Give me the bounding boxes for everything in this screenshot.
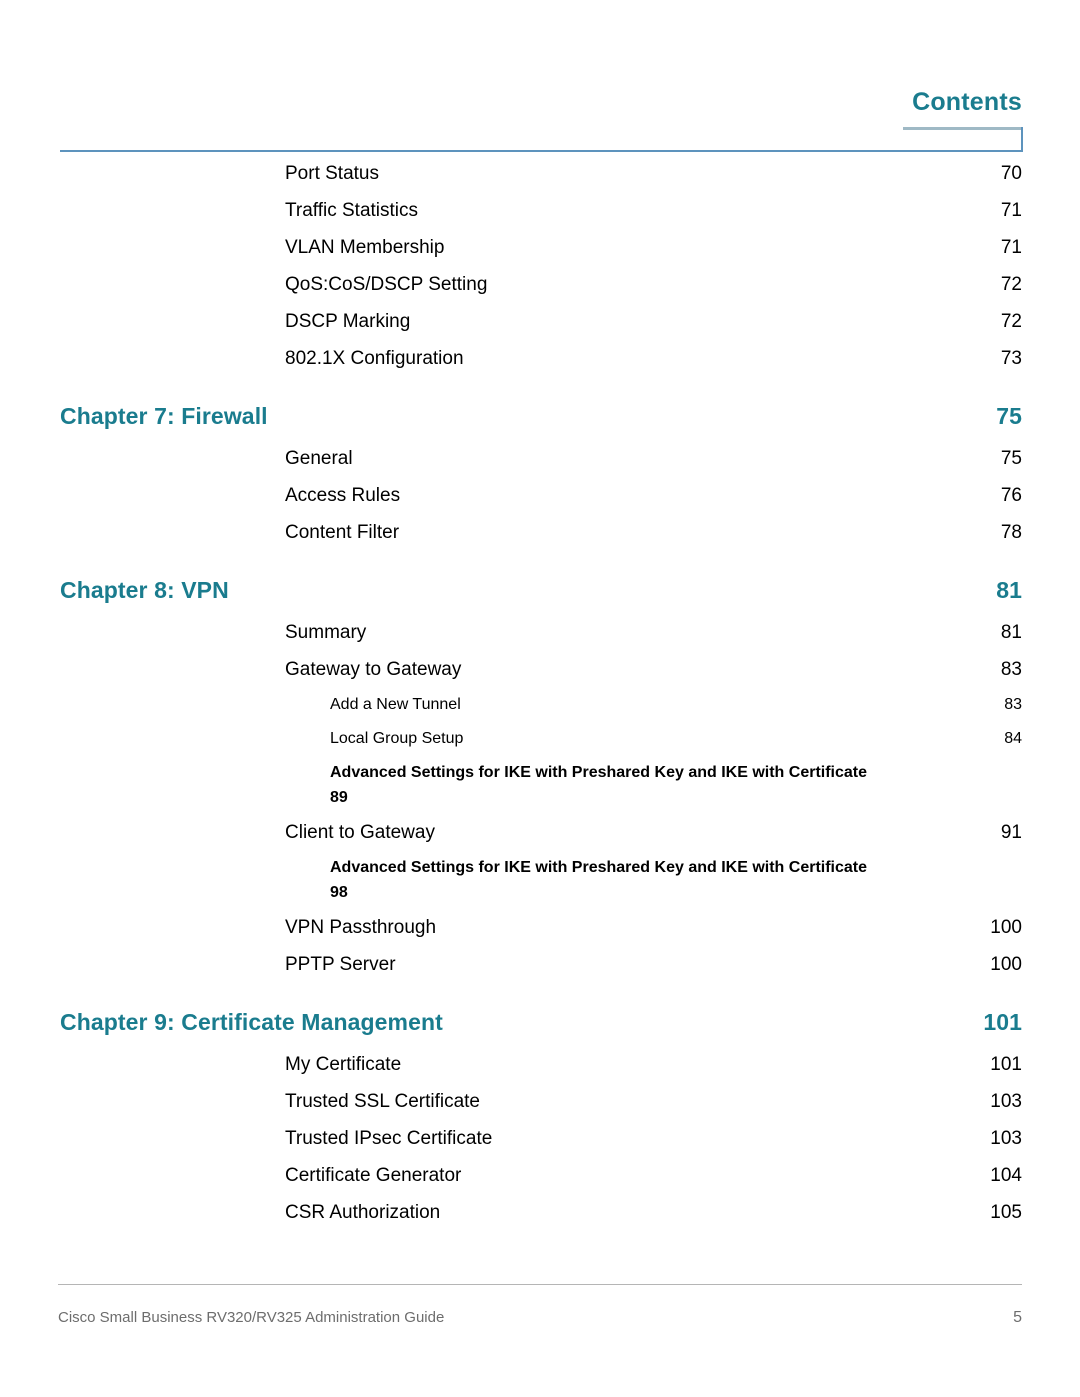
toc-chapter-label: Chapter 7: Firewall xyxy=(60,403,268,429)
footer-page-number: 5 xyxy=(1013,1309,1022,1326)
toc-chapter-row[interactable]: Chapter 9: Certificate Management 101 xyxy=(0,1009,1080,1036)
toc-entry-label: Local Group Setup xyxy=(330,730,464,747)
toc-entry-row[interactable]: Gateway to Gateway 83 xyxy=(0,651,1080,688)
toc-entry-page-number: 103 xyxy=(990,1091,1022,1112)
toc-entry-row[interactable]: Summary 81 xyxy=(0,614,1080,651)
toc-entry-page-number: 81 xyxy=(1000,622,1022,643)
toc-entry-page-number: 89 xyxy=(330,789,348,806)
toc-entry-label: QoS:CoS/DSCP Setting xyxy=(285,274,488,295)
header-tab-top-rule xyxy=(903,127,1023,130)
toc-entry-label: Trusted IPsec Certificate xyxy=(285,1128,493,1149)
toc-entry-row[interactable]: CSR Authorization 105 xyxy=(0,1194,1080,1231)
toc-entry-page-number: 70 xyxy=(1000,163,1022,184)
toc-entry-page-number: 75 xyxy=(1000,448,1022,469)
footer-document-title: Cisco Small Business RV320/RV325 Adminis… xyxy=(58,1309,445,1326)
toc-entry-row[interactable]: General 75 xyxy=(0,440,1080,477)
toc-entry-row[interactable]: Advanced Settings for IKE with Preshared… xyxy=(0,851,1080,909)
toc-entry-page-number: 105 xyxy=(990,1202,1022,1223)
toc-entry-row[interactable]: Content Filter 78 xyxy=(0,514,1080,551)
toc-entry-page-number: 100 xyxy=(990,954,1022,975)
toc-entry-label: Gateway to Gateway xyxy=(285,659,462,680)
toc-entry-row[interactable]: VPN Passthrough 100 xyxy=(0,909,1080,946)
toc-entry-row[interactable]: PPTP Server 100 xyxy=(0,946,1080,983)
toc-entry-page-number: 83 xyxy=(1004,696,1022,713)
toc-entry-row[interactable]: 802.1X Configuration 73 xyxy=(0,340,1080,377)
toc-entry-label: VLAN Membership xyxy=(285,237,445,258)
toc-entry-label: Advanced Settings for IKE with Preshared… xyxy=(330,764,868,781)
toc-chapter-label: Chapter 9: Certificate Management xyxy=(60,1009,443,1035)
page-footer: Cisco Small Business RV320/RV325 Adminis… xyxy=(0,1277,1080,1397)
toc-entry-row[interactable]: Port Status 70 xyxy=(0,155,1080,192)
toc-entry-page-number: 98 xyxy=(330,884,348,901)
toc-entry-page-number: 91 xyxy=(1000,822,1022,843)
toc-entry-row[interactable]: Advanced Settings for IKE with Preshared… xyxy=(0,756,1080,814)
toc-chapter-page-number: 75 xyxy=(996,403,1022,429)
footer-divider xyxy=(58,1284,1022,1285)
document-page: Contents Port Status 70 Traffic Statistics… xyxy=(0,0,1080,1397)
toc-chapter-row[interactable]: Chapter 8: VPN 81 xyxy=(0,577,1080,604)
toc-entry-label: Content Filter xyxy=(285,522,400,543)
toc-entry-page-number: 76 xyxy=(1000,485,1022,506)
toc-entry-row[interactable]: Certificate Generator 104 xyxy=(0,1157,1080,1194)
toc-chapter-row[interactable]: Chapter 7: Firewall 75 xyxy=(0,403,1080,430)
toc-entry-page-number: 72 xyxy=(1000,311,1022,332)
toc-entry-page-number: 71 xyxy=(1000,200,1022,221)
toc-entry-label: Add a New Tunnel xyxy=(330,696,461,713)
toc-entry-row[interactable]: QoS:CoS/DSCP Setting 72 xyxy=(0,266,1080,303)
toc-chapter-page-number: 81 xyxy=(996,577,1022,603)
toc-chapter-label: Chapter 8: VPN xyxy=(60,577,229,603)
toc-entry-label: Traffic Statistics xyxy=(285,200,419,221)
header-divider xyxy=(60,150,1023,152)
page-title: Contents xyxy=(912,88,1022,116)
toc-entry-label: Advanced Settings for IKE with Preshared… xyxy=(330,859,868,876)
toc-entry-row[interactable]: Client to Gateway 91 xyxy=(0,814,1080,851)
toc-entry-page-number: 71 xyxy=(1000,237,1022,258)
toc-entry-label: Certificate Generator xyxy=(285,1165,462,1186)
toc-entry-label: General xyxy=(285,448,353,469)
toc-entry-page-number: 100 xyxy=(990,917,1022,938)
toc-entry-label: VPN Passthrough xyxy=(285,917,437,938)
table-of-contents: Port Status 70 Traffic Statistics 71 VLAN Me… xyxy=(0,155,1080,1231)
toc-entry-page-number: 83 xyxy=(1000,659,1022,680)
toc-entry-page-number: 73 xyxy=(1000,348,1022,369)
toc-entry-page-number: 101 xyxy=(990,1054,1022,1075)
toc-entry-page-number: 104 xyxy=(990,1165,1022,1186)
toc-entry-row[interactable]: Access Rules 76 xyxy=(0,477,1080,514)
toc-entry-label: DSCP Marking xyxy=(285,311,411,332)
toc-entry-label: Port Status xyxy=(285,163,379,184)
toc-chapter-page-number: 101 xyxy=(983,1009,1022,1035)
toc-entry-label: PPTP Server xyxy=(285,954,396,975)
toc-entry-row[interactable]: Traffic Statistics 71 xyxy=(0,192,1080,229)
page-header: Contents xyxy=(0,0,1080,155)
toc-entry-page-number: 84 xyxy=(1004,730,1022,747)
toc-entry-page-number: 78 xyxy=(1000,522,1022,543)
toc-entry-label: Access Rules xyxy=(285,485,401,506)
toc-entry-row[interactable]: Add a New Tunnel 83 xyxy=(0,688,1080,722)
header-tab-right-rule xyxy=(1021,127,1023,152)
toc-entry-page-number: 103 xyxy=(990,1128,1022,1149)
toc-entry-row[interactable]: DSCP Marking 72 xyxy=(0,303,1080,340)
toc-entry-label: Summary xyxy=(285,622,367,643)
toc-entry-row[interactable]: Trusted IPsec Certificate 103 xyxy=(0,1120,1080,1157)
toc-entry-label: Client to Gateway xyxy=(285,822,435,843)
toc-entry-label: CSR Authorization xyxy=(285,1202,441,1223)
toc-entry-row[interactable]: Trusted SSL Certificate 103 xyxy=(0,1083,1080,1120)
toc-entry-label: Trusted SSL Certificate xyxy=(285,1091,481,1112)
toc-entry-page-number: 72 xyxy=(1000,274,1022,295)
toc-entry-label: My Certificate xyxy=(285,1054,402,1075)
toc-entry-row[interactable]: Local Group Setup 84 xyxy=(0,722,1080,756)
toc-entry-label: 802.1X Configuration xyxy=(285,348,464,369)
toc-entry-row[interactable]: VLAN Membership 71 xyxy=(0,229,1080,266)
toc-entry-row[interactable]: My Certificate 101 xyxy=(0,1046,1080,1083)
